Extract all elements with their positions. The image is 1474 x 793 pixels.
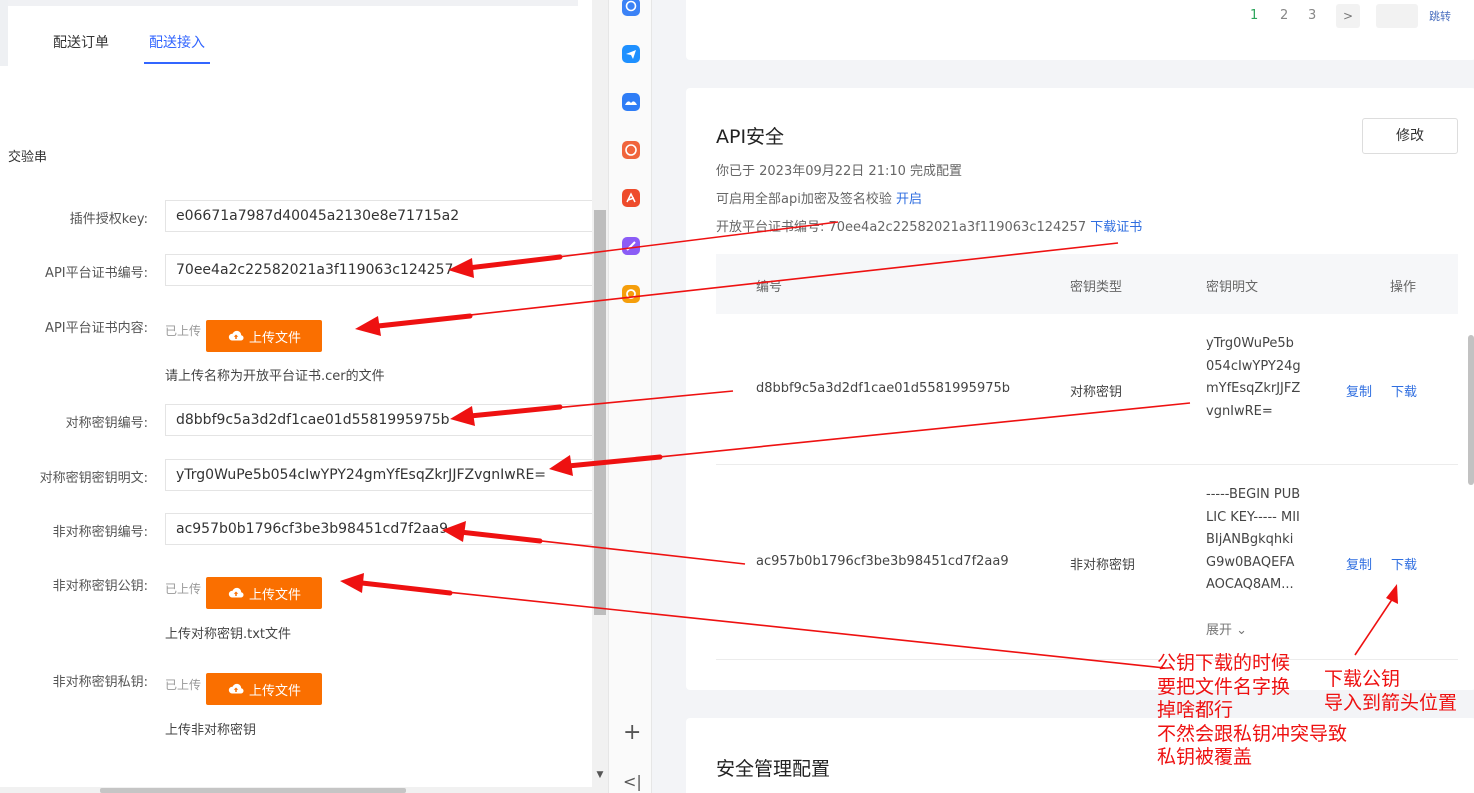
- translate-app-icon[interactable]: [622, 141, 640, 159]
- expand-label: 展开: [1206, 623, 1233, 638]
- cert-upload-hint: 请上传名称为开放平台证书.cer的文件: [165, 369, 385, 384]
- copy-button[interactable]: 复制: [1346, 381, 1372, 400]
- cloud-upload-icon: [228, 587, 244, 598]
- cert-no-field[interactable]: 70ee4a2c22582021a3f119063c124257: [165, 254, 595, 286]
- uploaded-status: 已上传: [165, 678, 202, 692]
- pdf-app-icon[interactable]: [622, 189, 640, 207]
- right-scrollbar-thumb[interactable]: [1468, 335, 1474, 485]
- table-row: ac957b0b1796cf3be3b98451cd7f2aa9 非对称密钥 -…: [716, 465, 1458, 660]
- cert-no-row: 开放平台证书编号: 70ee4a2c22582021a3f119063c1242…: [716, 216, 1142, 235]
- collapse-sidebar-icon[interactable]: <|: [623, 772, 642, 791]
- cloud-upload-icon: [228, 330, 244, 341]
- cert-no-text: 开放平台证书编号: 70ee4a2c22582021a3f119063c1242…: [716, 220, 1087, 235]
- search-app-icon[interactable]: [622, 285, 640, 303]
- page-1[interactable]: 1: [1250, 8, 1258, 23]
- table-row: d8bbf9c5a3d2df1cae01d5581995975b 对称密钥 yT…: [716, 314, 1458, 465]
- next-page-button[interactable]: >: [1336, 4, 1360, 28]
- sym-key-no-field[interactable]: d8bbf9c5a3d2df1cae01d5581995975b: [165, 404, 595, 436]
- tab-bar: 配送订单 配送接入: [8, 6, 578, 66]
- note-line: 导入到箭头位置: [1324, 691, 1458, 714]
- page-3[interactable]: 3: [1308, 8, 1316, 23]
- download-public-key-button[interactable]: 下载: [1391, 554, 1417, 573]
- uploaded-status: 已上传: [165, 582, 202, 596]
- asym-key-no-label: 非对称密钥编号:: [52, 525, 148, 540]
- sym-key-no-label: 对称密钥编号:: [65, 416, 148, 431]
- cert-no-label: API平台证书编号:: [45, 266, 148, 281]
- header-key-type: 密钥类型: [1070, 280, 1123, 295]
- upload-button-label: 上传文件: [248, 330, 301, 346]
- chevron-down-icon: ⌄: [1236, 623, 1248, 638]
- annotation-note-download: 下载公钥 导入到箭头位置: [1324, 668, 1457, 715]
- enable-encryption-row: 可启用全部api加密及签名校验 开启: [716, 188, 922, 207]
- header-id: 编号: [756, 280, 783, 295]
- page-jump-button[interactable]: 跳转: [1429, 8, 1451, 24]
- header-key-plain: 密钥明文: [1206, 280, 1259, 295]
- note-line: 不然会跟私钥冲突导致: [1157, 722, 1348, 745]
- annotation-note-rename: 公钥下载的时候 要把文件名字换 掉啥都行 不然会跟私钥冲突导致 私钥被覆盖: [1157, 652, 1347, 770]
- api-security-title: API安全: [716, 126, 785, 148]
- app-icon-strip: + <|: [608, 0, 652, 793]
- download-button[interactable]: 下载: [1391, 381, 1417, 400]
- edit-button[interactable]: 修改: [1362, 118, 1458, 154]
- download-cert-link[interactable]: 下载证书: [1090, 220, 1142, 235]
- row-key-plain: yTrg0WuPe5b054cIwYPY24gmYfEsqZkrJJFZvgnI…: [1206, 336, 1301, 419]
- row-key-plain: -----BEGIN PUBLIC KEY----- MIIBIjANBgkqh…: [1206, 487, 1301, 592]
- upload-button-label: 上传文件: [248, 683, 301, 699]
- row-key-type: 非对称密钥: [1070, 558, 1136, 573]
- section-heading: 交验串: [8, 150, 48, 165]
- enable-link[interactable]: 开启: [896, 192, 922, 207]
- horizontal-scrollbar-thumb[interactable]: [100, 788, 406, 793]
- sym-key-plain-label: 对称密钥密钥明文:: [39, 471, 148, 486]
- note-line: 公钥下载的时候: [1157, 652, 1291, 674]
- cloud-upload-icon: [228, 683, 244, 694]
- scroll-down-arrow-icon[interactable]: ▼: [594, 770, 606, 784]
- note-line: 要把文件名字换: [1157, 675, 1291, 698]
- page-jump-input[interactable]: [1376, 4, 1418, 28]
- pen-app-icon[interactable]: [622, 237, 640, 255]
- enable-encryption-text: 可启用全部api加密及签名校验: [716, 192, 892, 207]
- row-key-id: d8bbf9c5a3d2df1cae01d5581995975b: [756, 381, 1011, 396]
- plugin-key-field[interactable]: e06671a7987d40045a2130e8e71715a2: [165, 200, 595, 232]
- expand-button[interactable]: 展开 ⌄: [1206, 619, 1247, 638]
- public-key-hint: 上传对称密钥.txt文件: [165, 627, 292, 642]
- asym-private-key-label: 非对称密钥私钥:: [52, 675, 148, 690]
- asym-public-key-label: 非对称密钥公钥:: [52, 579, 148, 594]
- plane-app-icon[interactable]: [622, 45, 640, 63]
- note-line: 下载公钥: [1324, 668, 1401, 690]
- configured-time-text: 你已于 2023年09月22日 21:10 完成配置: [716, 164, 963, 179]
- upload-cert-button[interactable]: 上传文件: [206, 320, 322, 352]
- security-management-title: 安全管理配置: [716, 758, 831, 780]
- upload-private-key-button[interactable]: 上传文件: [206, 673, 322, 705]
- upload-button-label: 上传文件: [248, 587, 301, 603]
- note-line: 掉啥都行: [1157, 699, 1234, 721]
- key-table-header: 编号 密钥类型 密钥明文 操作: [716, 254, 1458, 314]
- uploaded-status: 已上传: [165, 324, 202, 338]
- scrollbar-thumb[interactable]: [594, 210, 606, 615]
- left-config-panel: 配送订单 配送接入 交验串 插件授权key: e06671a7987d40045…: [0, 0, 608, 793]
- row-key-type: 对称密钥: [1070, 385, 1123, 400]
- asym-key-no-field[interactable]: ac957b0b1796cf3be3b98451cd7f2aa9: [165, 513, 595, 545]
- pagination-card: 1 2 3 > 跳转: [686, 0, 1474, 60]
- copy-button[interactable]: 复制: [1346, 554, 1372, 573]
- plugin-key-label: 插件授权key:: [69, 212, 148, 227]
- tab-delivery-orders[interactable]: 配送订单: [53, 32, 109, 64]
- page-2[interactable]: 2: [1280, 8, 1288, 23]
- sym-key-plain-field[interactable]: yTrg0WuPe5b054cIwYPY24gmYfEsqZkrJJFZvgnI…: [165, 459, 595, 491]
- clock-app-icon[interactable]: [622, 0, 640, 16]
- header-actions: 操作: [1390, 280, 1417, 295]
- upload-public-key-button[interactable]: 上传文件: [206, 577, 322, 609]
- tab-delivery-access[interactable]: 配送接入: [144, 32, 210, 64]
- private-key-hint: 上传非对称密钥: [165, 723, 257, 738]
- note-line: 私钥被覆盖: [1157, 746, 1253, 768]
- cert-content-label: API平台证书内容:: [45, 321, 148, 336]
- cloud-app-icon[interactable]: [622, 93, 640, 111]
- plus-icon[interactable]: +: [623, 722, 641, 744]
- row-key-id: ac957b0b1796cf3be3b98451cd7f2aa9: [756, 554, 1009, 569]
